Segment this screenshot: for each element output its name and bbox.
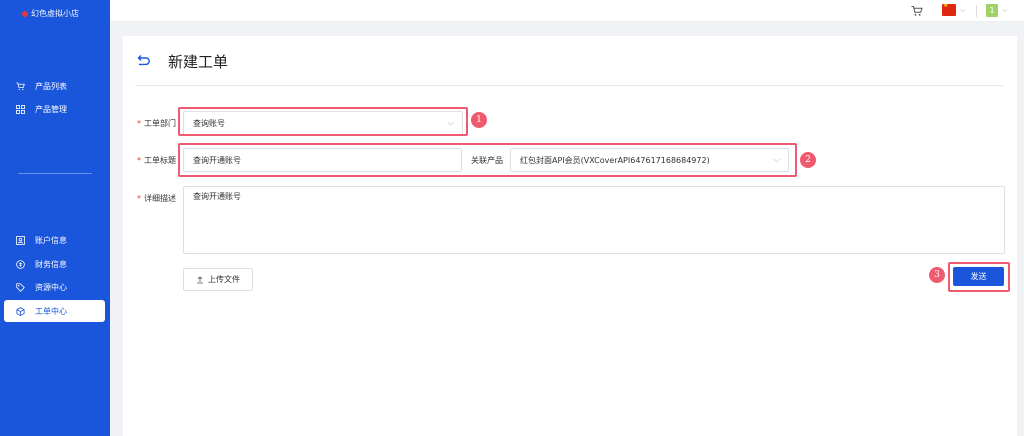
back-arrow-icon[interactable] xyxy=(137,54,151,66)
description-textarea[interactable]: 查询开通账号 xyxy=(183,186,1005,254)
description-label: * 详细描述 xyxy=(137,194,176,203)
app-logo[interactable]: 幻色虚拟小店 xyxy=(22,8,79,19)
required-mark: * xyxy=(137,194,141,203)
annotation-badge-1: 1 xyxy=(471,112,487,128)
related-product-select[interactable]: 红包封面API会员(VXCoverAPI647617168684972) ⌵ xyxy=(510,148,789,172)
page-title: 新建工单 xyxy=(168,53,229,71)
sidebar-item-resource[interactable]: 资源中心 xyxy=(4,276,105,298)
related-product-label: 关联产品 xyxy=(471,156,503,165)
sidebar-item-account[interactable]: 账户信息 xyxy=(4,229,105,251)
chevron-down-icon[interactable]: ⌵ xyxy=(960,6,965,15)
upload-file-button[interactable]: 上传文件 xyxy=(183,268,253,291)
sidebar-item-label: 工单中心 xyxy=(35,306,67,316)
sidebar-item-label: 资源中心 xyxy=(35,282,67,292)
sidebar: 幻色虚拟小店 产品列表 产品管理 账户信息 财务信息 资源中心 工单中心 xyxy=(0,0,110,436)
department-label: * 工单部门 xyxy=(137,119,176,128)
sidebar-divider xyxy=(18,173,92,174)
finance-icon xyxy=(16,259,25,269)
avatar[interactable]: 1 xyxy=(986,4,998,17)
sidebar-item-label: 产品管理 xyxy=(35,104,67,114)
sidebar-item-finance[interactable]: 财务信息 xyxy=(4,253,105,275)
cart-icon xyxy=(16,81,25,90)
subject-input[interactable]: 查询开通账号 xyxy=(183,148,462,172)
china-flag-icon[interactable] xyxy=(942,2,956,16)
sidebar-item-ticket-center[interactable]: 工单中心 xyxy=(4,300,105,322)
send-button[interactable]: 发送 xyxy=(953,267,1004,286)
cube-icon xyxy=(16,306,25,316)
required-mark: * xyxy=(137,119,141,128)
chevron-down-icon[interactable]: ⌵ xyxy=(1002,6,1007,15)
sidebar-item-product-manage[interactable]: 产品管理 xyxy=(4,98,105,120)
annotation-badge-2: 2 xyxy=(800,152,816,168)
upload-icon xyxy=(197,275,203,283)
sidebar-item-label: 产品列表 xyxy=(35,81,67,91)
account-icon xyxy=(16,235,25,245)
grid-icon xyxy=(16,104,25,114)
cart-icon[interactable] xyxy=(911,5,923,17)
tag-icon xyxy=(16,282,25,292)
chevron-down-icon: ⌵ xyxy=(447,118,454,127)
title-divider xyxy=(135,85,1003,86)
subject-label: * 工单标题 xyxy=(137,156,176,165)
sidebar-item-label: 财务信息 xyxy=(35,259,67,269)
header-divider xyxy=(976,5,977,17)
top-header: ⌵ 1 ⌵ xyxy=(110,0,1024,22)
department-select[interactable]: 查询账号 ⌵ xyxy=(183,111,463,135)
sidebar-item-product-list[interactable]: 产品列表 xyxy=(4,75,105,97)
annotation-badge-3: 3 xyxy=(929,267,945,283)
logo-icon xyxy=(22,10,28,17)
sidebar-item-label: 账户信息 xyxy=(35,235,67,245)
ticket-form-card: 新建工单 * 工单部门 查询账号 ⌵ * 工单标题 查询开通账号 关联产品 红包封面… xyxy=(123,36,1017,436)
chevron-down-icon: ⌵ xyxy=(773,155,780,164)
logo-text: 幻色虚拟小店 xyxy=(31,9,79,18)
required-mark: * xyxy=(137,156,141,165)
